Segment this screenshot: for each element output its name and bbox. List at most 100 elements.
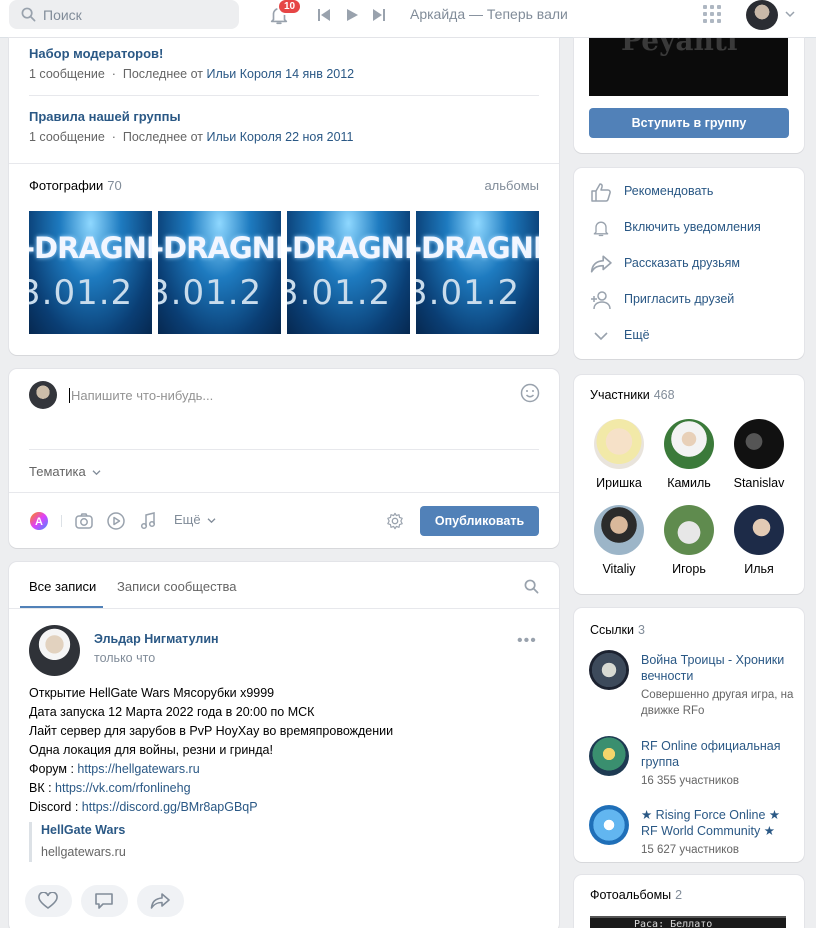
post-text-line: Дата запуска 12 Марта 2022 года в 20:00 … (29, 705, 315, 719)
divider (9, 492, 559, 493)
chevron-down-icon (207, 518, 216, 524)
divider (29, 449, 539, 450)
member-avatar (594, 505, 644, 555)
post-link-line: Форум : https://hellgatewars.ru (29, 762, 200, 776)
more-actions[interactable]: Ещё (590, 324, 790, 348)
members-header[interactable]: Участники 468 (590, 388, 675, 402)
link-avatar[interactable] (589, 736, 629, 776)
photo-thumbnail[interactable]: -DRAGNE3.01.2 (287, 211, 410, 334)
topic-meta: 1 сообщение · Последнее от Ильи Короля 2… (29, 130, 354, 144)
member-avatar (664, 419, 714, 469)
member-name: Иришка (596, 476, 642, 490)
member-avatar (664, 505, 714, 555)
camera-icon[interactable] (74, 511, 94, 531)
notifications-action[interactable]: Включить уведомления (590, 216, 790, 240)
tab-community-posts[interactable]: Записи сообщества (117, 579, 237, 594)
current-track[interactable]: Аркайда — Теперь вали (410, 6, 568, 22)
link-description: Совершенно другая игра, на движке RFo (641, 689, 794, 717)
post-link[interactable]: https://vk.com/rfonlinehg (55, 781, 190, 795)
recommend-action[interactable]: Рекомендовать (590, 180, 790, 204)
photo-albums-header[interactable]: Фотоальбомы 2 (590, 888, 682, 902)
post-link-line: ВК : https://vk.com/rfonlinehg (29, 781, 191, 795)
link-description: 16 355 участников (641, 775, 739, 787)
link-avatar[interactable] (589, 805, 629, 845)
link-snippet-bar (29, 822, 32, 862)
link-description: 15 627 участников (641, 844, 739, 856)
discussions-card: Набор модераторов! 1 сообщение · Последн… (9, 38, 559, 355)
member[interactable]: Vitaliy (584, 505, 654, 576)
topic-title[interactable]: Набор модераторов! (29, 46, 163, 61)
link-snippet-url[interactable]: hellgatewars.ru (41, 845, 126, 859)
top-bar: Поиск 10 Аркайда — Теперь вали (0, 0, 816, 38)
album-cover[interactable]: Раса: Беллато (590, 916, 786, 928)
link-title[interactable]: ★ Rising Force Online ★ RF World Communi… (641, 807, 791, 839)
search-placeholder: Поиск (43, 7, 82, 23)
member-name: Vitaliy (602, 562, 636, 576)
member[interactable]: Игорь (654, 505, 724, 576)
post-text-line: Лайт сервер для зарубов в PvP HoyXay во … (29, 724, 394, 738)
group-cover-image[interactable]: Peyanti (589, 38, 788, 96)
member-name: Игорь (672, 562, 706, 576)
member[interactable]: Stanislav (724, 419, 794, 490)
emoji-icon[interactable] (520, 383, 540, 403)
join-group-button[interactable]: Вступить в группу (589, 108, 789, 138)
post-text-line: Открытие HellGate Wars Мясорубки x9999 (29, 686, 275, 700)
apps-grid-icon[interactable] (703, 5, 721, 23)
photo-thumbnail[interactable]: -DRAGNE3.01.2 (158, 211, 281, 334)
member[interactable]: Иришка (584, 419, 654, 490)
composer-avatar (29, 381, 57, 409)
settings-gear-icon[interactable] (386, 512, 404, 530)
link-title[interactable]: Война Троицы - Хроники вечности (641, 652, 791, 684)
member[interactable]: Илья (724, 505, 794, 576)
publish-button[interactable]: Опубликовать (420, 506, 539, 536)
more-options-icon[interactable]: ••• (517, 632, 537, 650)
divider (9, 163, 559, 164)
video-icon[interactable] (106, 511, 126, 531)
divider (9, 608, 559, 609)
member-avatar (734, 505, 784, 555)
link-title[interactable]: RF Online официальная группа (641, 738, 791, 770)
play-icon[interactable] (345, 8, 359, 22)
post-link[interactable]: https://hellgatewars.ru (77, 762, 199, 776)
comment-button[interactable] (81, 885, 128, 917)
photo-thumbnail[interactable]: -DRAGNE3.01.2 (416, 211, 539, 334)
links-header[interactable]: Ссылки 3 (590, 623, 645, 637)
share-button[interactable] (137, 885, 184, 917)
divider (61, 515, 62, 527)
invite-friends-action[interactable]: Пригласить друзей (590, 288, 790, 312)
tell-friends-action[interactable]: Рассказать друзьям (590, 252, 790, 276)
previous-track-icon[interactable] (317, 8, 331, 22)
topic-meta: 1 сообщение · Последнее от Ильи Короля 1… (29, 67, 355, 81)
link-avatar[interactable] (589, 650, 629, 690)
topic-title[interactable]: Правила нашей группы (29, 109, 181, 124)
svg-text:A: A (35, 516, 43, 528)
post-author[interactable]: Эльдар Нигматулин (94, 632, 219, 646)
member-name: Илья (744, 562, 774, 576)
music-icon[interactable] (138, 511, 158, 531)
link-snippet-title[interactable]: HellGate Wars (41, 823, 125, 837)
bell-icon (593, 221, 609, 237)
more-attachments[interactable]: Ещё (174, 512, 216, 527)
post-time[interactable]: только что (94, 651, 155, 665)
wall-feed: Все записи Записи сообщества Эльдар Нигм… (9, 562, 559, 928)
chevron-down-icon[interactable] (785, 10, 795, 18)
topic-selector[interactable]: Тематика (29, 464, 101, 479)
share-arrow-icon (150, 893, 170, 909)
next-track-icon[interactable] (372, 8, 386, 22)
like-button[interactable] (25, 885, 72, 917)
post-link[interactable]: https://discord.gg/BMr8apGBqP (82, 800, 258, 814)
albums-link[interactable]: альбомы (484, 178, 539, 193)
member[interactable]: Камиль (654, 419, 724, 490)
chevron-down-icon (92, 470, 101, 476)
search-icon[interactable] (524, 579, 539, 594)
comment-icon (95, 893, 113, 909)
post-author-avatar[interactable] (29, 625, 80, 676)
photo-thumbnail[interactable]: -DRAGNE3.01.2 (29, 211, 152, 334)
photos-header[interactable]: Фотографии 70 (29, 178, 122, 193)
user-avatar[interactable] (746, 0, 778, 30)
search-input[interactable]: Поиск (9, 0, 239, 29)
ai-text-icon[interactable]: A (29, 511, 49, 531)
composer-input[interactable]: Напишите что-нибудь... (69, 388, 213, 403)
tab-all-posts[interactable]: Все записи (29, 579, 96, 594)
post-link-line: Discord : https://discord.gg/BMr8apGBqP (29, 800, 258, 814)
